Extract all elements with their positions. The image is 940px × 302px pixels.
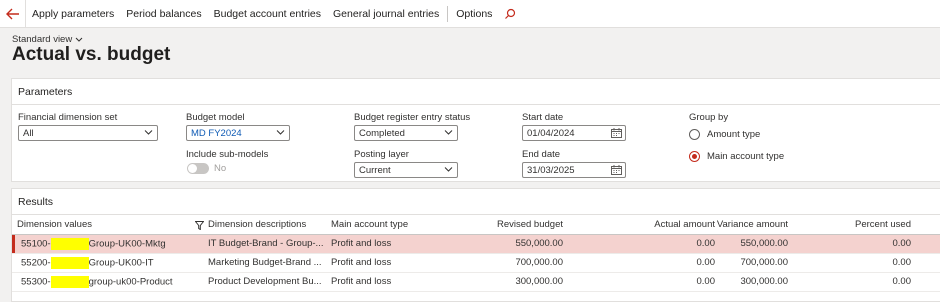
dimension-description-cell: IT Budget-Brand - Group-... [208,234,331,254]
budget-account-entries-button[interactable]: Budget account entries [208,8,327,20]
parameters-header[interactable]: Parameters [12,79,940,105]
results-header[interactable]: Results [12,189,940,215]
main-account-type-cell: Profit and loss [331,272,467,292]
dimension-values-cell[interactable]: 55300- group-uk00-Product [12,272,208,292]
group-by-label: Group by [689,112,729,123]
chevron-down-icon [144,130,153,135]
radio-on-icon [689,151,700,162]
include-sub-models-label: Include sub-models [186,149,269,160]
column-header-revised-budget[interactable]: Revised budget [467,216,563,235]
start-date-value: 01/04/2024 [527,127,575,139]
entry-status-value: Completed [359,127,405,139]
parameters-fasttab: Parameters Financial dimension set All B… [11,78,940,182]
variance-amount-cell: 550,000.00 [715,234,788,254]
redaction-mark [50,256,89,269]
financial-dimension-set-label: Financial dimension set [18,112,118,123]
revised-budget-cell: 700,000.00 [467,253,563,273]
end-date-input[interactable]: 31/03/2025 [522,162,626,178]
column-header-dimension-values[interactable]: Dimension values [12,216,208,235]
options-button[interactable]: Options [450,8,498,20]
group-by-option-label: Main account type [707,151,785,162]
column-header-percent-used[interactable]: Percent used [788,216,911,235]
page-title: Actual vs. budget [12,44,171,65]
column-header-variance-amount[interactable]: Variance amount [715,216,788,235]
radio-off-icon [689,129,700,140]
percent-used-cell: 0.00 [788,253,911,273]
variance-amount-cell: 700,000.00 [715,253,788,273]
posting-layer-label: Posting layer [354,149,409,160]
period-balances-button[interactable]: Period balances [120,8,207,20]
calendar-icon[interactable] [611,128,622,138]
row-spacer [911,272,940,292]
search-button[interactable] [498,8,522,20]
redaction-mark [50,275,89,288]
entry-status-select[interactable]: Completed [354,125,458,141]
start-date-input[interactable]: 01/04/2024 [522,125,626,141]
filter-icon[interactable] [195,221,204,231]
row-spacer [911,234,940,254]
group-by-amount-type-radio[interactable]: Amount type [689,129,760,140]
apply-parameters-button[interactable]: Apply parameters [26,8,120,20]
general-journal-entries-button[interactable]: General journal entries [327,8,445,20]
group-by-main-account-type-radio[interactable]: Main account type [689,151,784,162]
table-row[interactable]: 55100- Group-UK00-Mktg IT Budget-Brand - … [12,234,940,254]
toolbar-divider [447,5,449,22]
chevron-down-icon [444,167,453,172]
calendar-icon[interactable] [611,165,622,175]
column-header-spacer [911,216,940,235]
dimension-description-cell: Product Development Bu... [208,272,331,292]
table-row[interactable]: 55300- group-uk00-Product Product Develop… [12,272,940,292]
variance-amount-cell: 300,000.00 [715,272,788,292]
budget-model-label: Budget model [186,112,245,123]
percent-used-cell: 0.00 [788,234,911,254]
financial-dimension-set-select[interactable]: All [18,125,158,141]
row-spacer [911,253,940,273]
toggle-switch [187,163,209,174]
end-date-label: End date [522,149,561,160]
table-row[interactable]: 55200- Group-UK00-IT Marketing Budget-Bra… [12,253,940,273]
group-by-option-label: Amount type [707,129,761,140]
column-header-main-account-type[interactable]: Main account type [331,216,467,235]
action-pane: Apply parameters Period balances Budget … [0,0,940,28]
results-fasttab: Results Dimension values Dimension descr… [11,188,940,302]
budget-model-select[interactable]: MD FY2024 [186,125,290,141]
chevron-down-icon [75,37,83,42]
posting-layer-select[interactable]: Current [354,162,458,178]
entry-status-label: Budget register entry status [354,112,471,123]
dimension-values-cell[interactable]: 55100- Group-UK00-Mktg [12,234,208,254]
start-date-label: Start date [522,112,564,123]
chevron-down-icon [444,130,453,135]
actual-amount-cell: 0.00 [563,272,715,292]
main-account-type-cell: Profit and loss [331,253,467,273]
redaction-mark [50,237,89,250]
results-header-row: Dimension values Dimension descriptions … [12,216,940,235]
include-sub-models-toggle[interactable]: No [187,163,226,174]
dimension-values-cell[interactable]: 55200- Group-UK00-IT [12,253,208,273]
search-icon [505,8,516,19]
revised-budget-cell: 300,000.00 [467,272,563,292]
column-header-dimension-descriptions[interactable]: Dimension descriptions [208,216,331,235]
column-header-actual-amount[interactable]: Actual amount [563,216,715,235]
end-date-value: 31/03/2025 [527,164,575,176]
include-sub-models-value: No [214,163,227,174]
results-grid: Dimension values Dimension descriptions … [12,216,940,292]
main-account-type-cell: Profit and loss [331,234,467,254]
revised-budget-cell: 550,000.00 [467,234,563,254]
financial-dimension-set-value: All [23,127,34,139]
budget-model-value: MD FY2024 [191,127,242,139]
actual-amount-cell: 0.00 [563,253,715,273]
posting-layer-value: Current [359,164,391,176]
back-arrow-icon [5,8,19,19]
dimension-description-cell: Marketing Budget-Brand ... [208,253,331,273]
back-button[interactable] [0,0,26,28]
percent-used-cell: 0.00 [788,272,911,292]
chevron-down-icon [276,130,285,135]
actual-amount-cell: 0.00 [563,234,715,254]
